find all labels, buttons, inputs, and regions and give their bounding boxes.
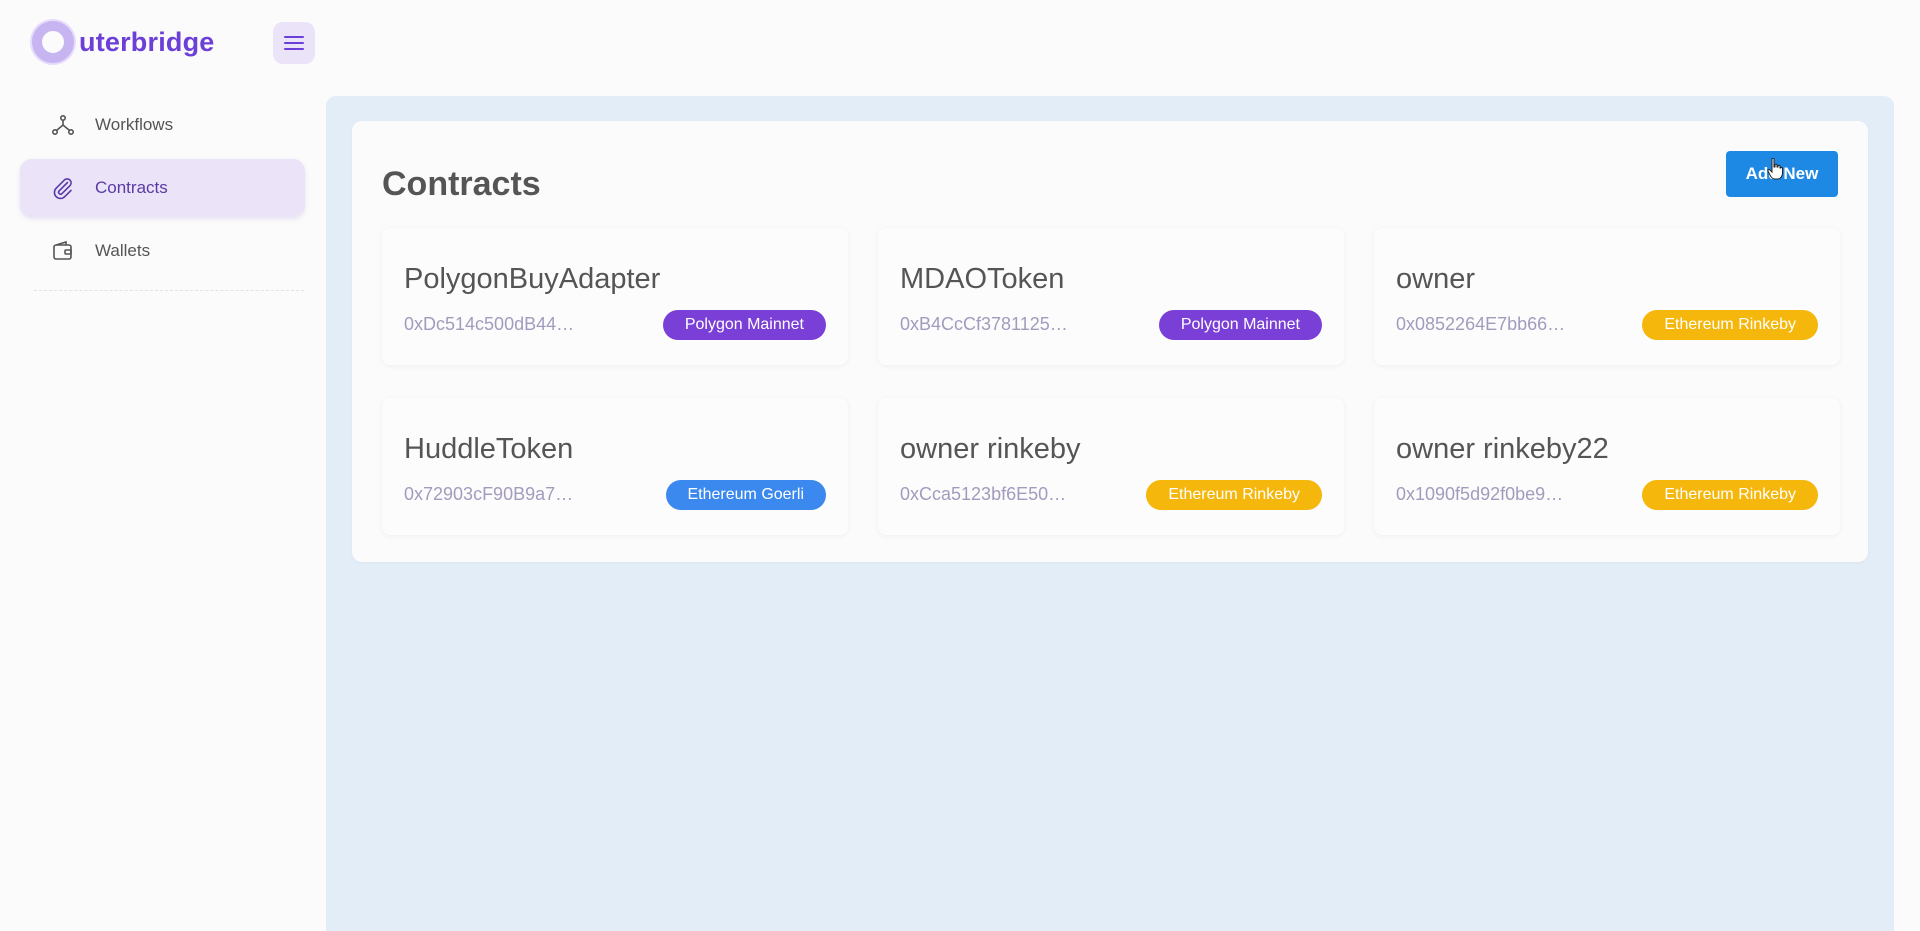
network-badge: Ethereum Rinkeby [1642,310,1818,340]
contracts-grid: PolygonBuyAdapter 0xDc514c500dB44… Polyg… [382,228,1840,535]
app-root: uterbridge Workflows Contracts Wallets C… [0,0,1920,931]
logo-ring-icon [32,21,74,63]
contract-card[interactable]: PolygonBuyAdapter 0xDc514c500dB44… Polyg… [382,228,848,365]
sidebar-item-label: Contracts [95,178,168,197]
network-badge: Polygon Mainnet [662,310,826,340]
sidebar-item-workflows[interactable]: Workflows [20,96,305,154]
contract-card[interactable]: owner rinkeby 0xCca5123bf6E50… Ethereum … [878,398,1344,535]
pointer-cursor-icon [1767,158,1783,180]
contracts-panel: Contracts Add New PolygonBuyAdapter 0xDc… [352,121,1868,562]
contract-name: owner [1396,263,1475,295]
contract-address: 0x0852264E7bb66… [1396,314,1566,334]
contract-name: HuddleToken [404,433,574,465]
contract-name: PolygonBuyAdapter [404,263,661,295]
sidebar-divider [34,290,304,291]
network-badge: Polygon Mainnet [1158,310,1322,340]
contract-card[interactable]: owner rinkeby22 0x1090f5d92f0be9… Ethere… [1374,398,1840,535]
paperclip-icon [50,175,76,201]
contract-card[interactable]: owner 0x0852264E7bb66… Ethereum Rinkeby [1374,228,1840,365]
sidebar-item-contracts[interactable]: Contracts [20,159,305,217]
hamburger-icon [284,36,304,50]
network-badge: Ethereum Goerli [665,480,826,510]
sidebar-item-wallets[interactable]: Wallets [20,222,305,280]
contract-address: 0xB4CcCf3781125… [900,314,1068,334]
workflow-icon [50,112,76,138]
contract-address: 0x1090f5d92f0be9… [1396,484,1564,504]
sidebar: Workflows Contracts Wallets [20,96,305,291]
contract-name: owner rinkeby [900,433,1081,465]
sidebar-item-label: Wallets [95,241,151,260]
menu-toggle-button[interactable] [273,22,315,64]
page-title: Contracts [382,165,541,203]
contract-name: owner rinkeby22 [1396,433,1609,465]
contract-address: 0xCca5123bf6E50… [900,484,1067,504]
contract-name: MDAOToken [900,263,1065,295]
contract-address: 0xDc514c500dB44… [404,314,575,334]
network-badge: Ethereum Rinkeby [1146,480,1322,510]
brand-logo[interactable]: uterbridge [32,20,215,64]
contract-address: 0x72903cF90B9a7… [404,484,574,504]
contract-card[interactable]: HuddleToken 0x72903cF90B9a7… Ethereum Go… [382,398,848,535]
sidebar-item-label: Workflows [95,115,174,134]
wallet-icon [50,238,76,264]
network-badge: Ethereum Rinkeby [1642,480,1818,510]
brand-name: uterbridge [79,26,215,57]
contract-card[interactable]: MDAOToken 0xB4CcCf3781125… Polygon Mainn… [878,228,1344,365]
